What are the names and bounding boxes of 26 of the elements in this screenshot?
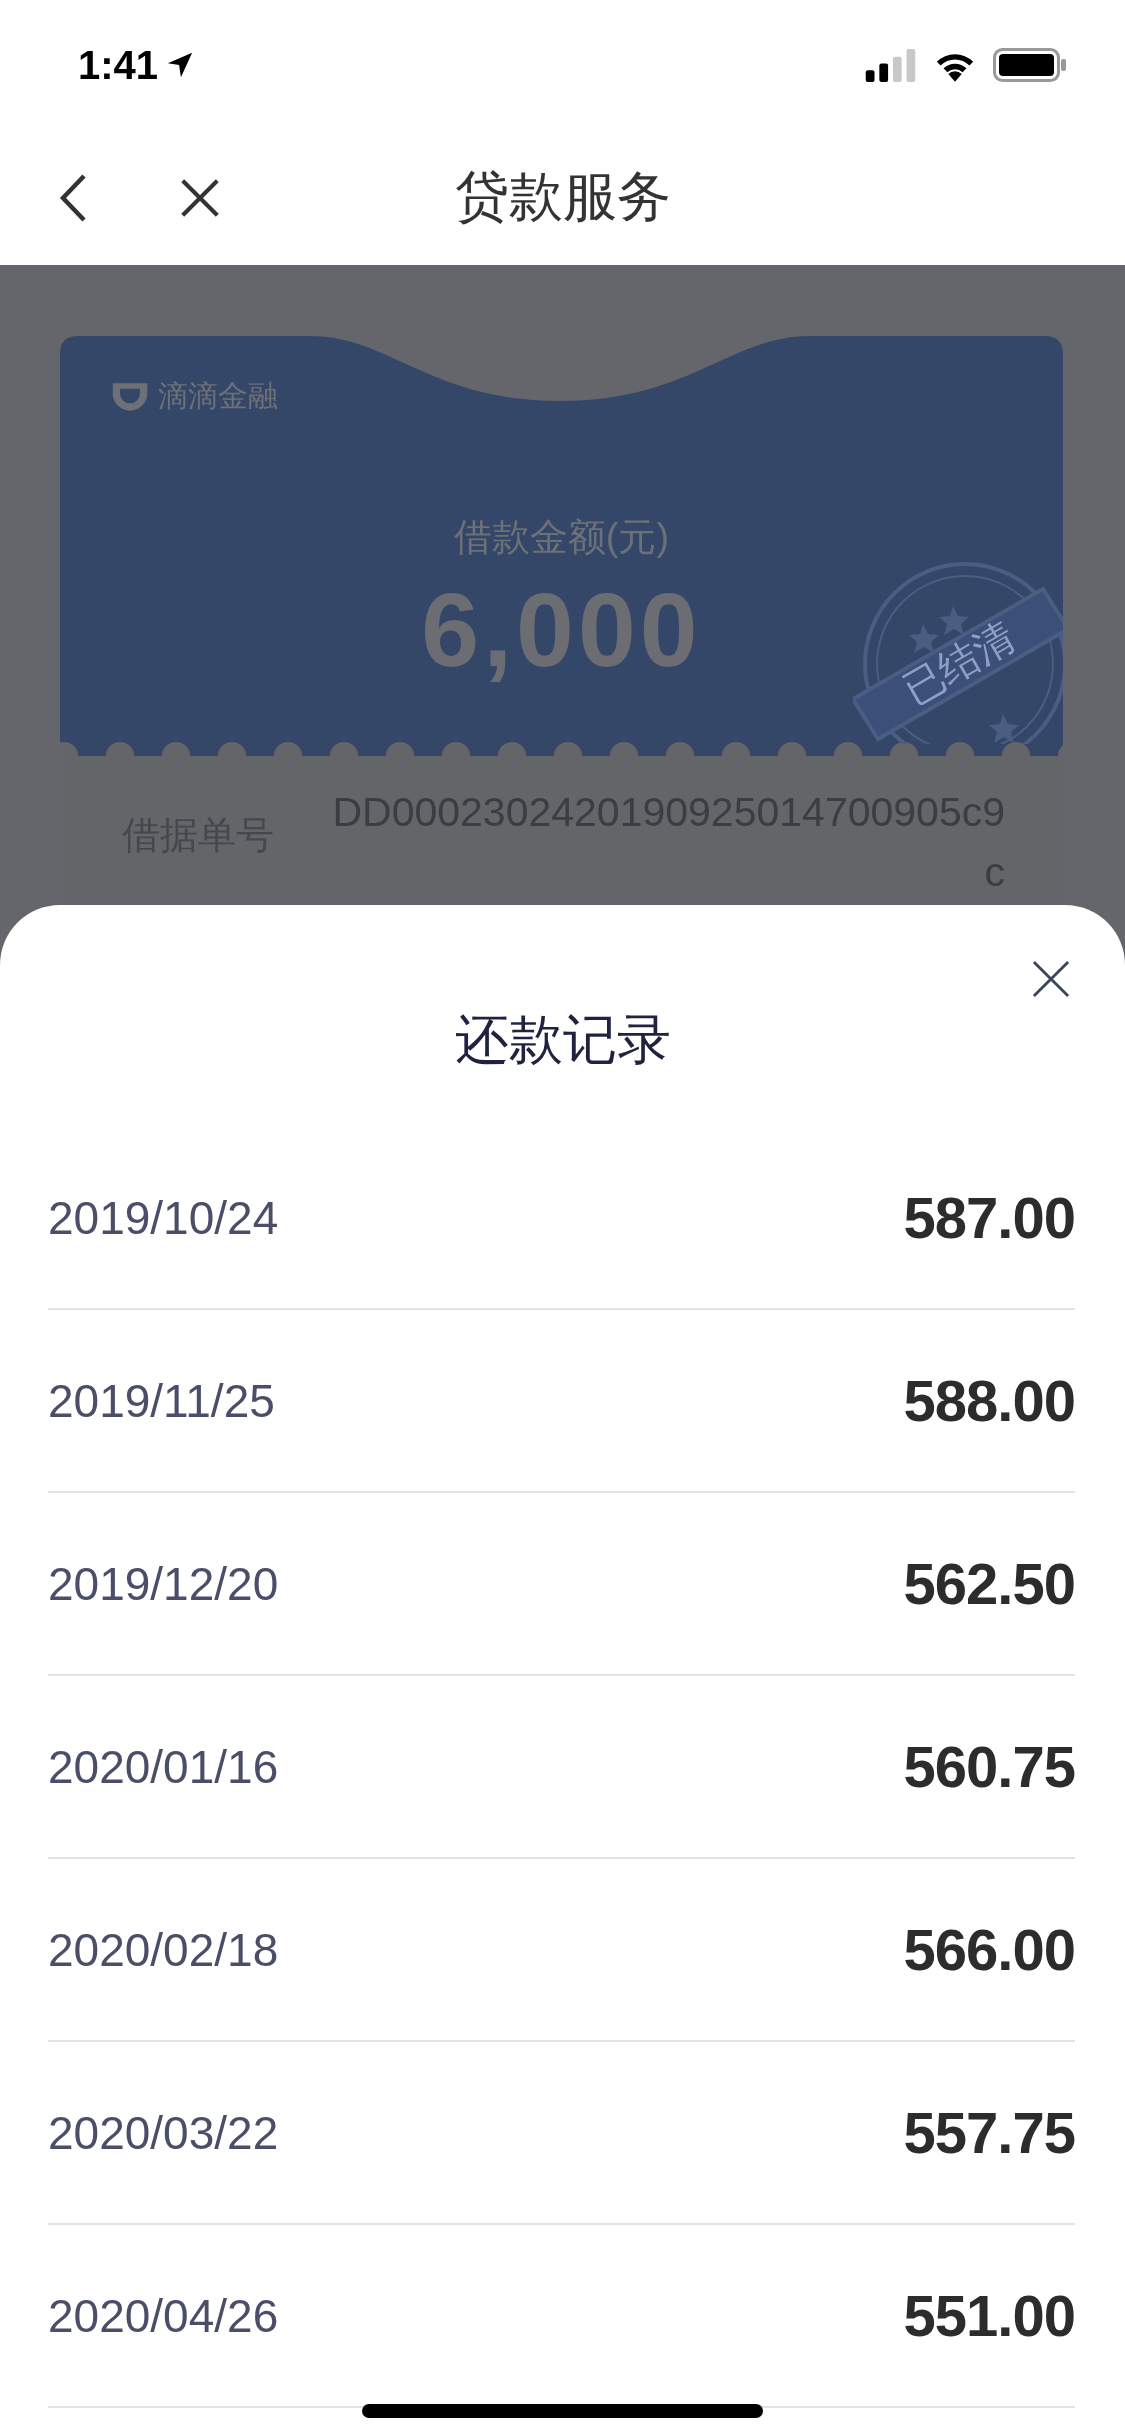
record-amount: 588.00	[903, 1367, 1075, 1434]
amount-label: 借款金额(元)	[453, 515, 670, 560]
record-amount: 562.50	[903, 1550, 1075, 1617]
record-date: 2019/10/24	[48, 1190, 279, 1245]
record-date: 2020/01/16	[48, 1739, 279, 1794]
record-date: 2019/12/20	[48, 1556, 279, 1611]
record-date: 2020/03/22	[48, 2105, 279, 2160]
signal-icon	[865, 48, 917, 82]
record-date: 2020/04/26	[48, 2288, 279, 2343]
record-amount: 566.00	[903, 1916, 1075, 1983]
record-amount: 551.00	[903, 2282, 1075, 2349]
record-amount: 560.75	[903, 1733, 1075, 1800]
brand-name: 滴滴金融	[158, 378, 278, 414]
close-button[interactable]	[1032, 960, 1070, 998]
status-time: 1:41	[78, 42, 159, 88]
record-date: 2019/11/25	[48, 1373, 275, 1428]
stamp-label: 已结清	[894, 613, 1023, 715]
close-button[interactable]	[180, 177, 220, 218]
location-arrow-icon	[166, 51, 195, 79]
back-button[interactable]	[58, 172, 88, 223]
record-amount: 587.00	[903, 1184, 1075, 1251]
page-title: 贷款服务	[454, 165, 671, 228]
record-date: 2020/02/18	[48, 1922, 279, 1977]
record-amount: 557.75	[903, 2099, 1075, 2166]
battery-icon	[993, 48, 1067, 82]
sheet-title: 还款记录	[454, 1007, 671, 1071]
